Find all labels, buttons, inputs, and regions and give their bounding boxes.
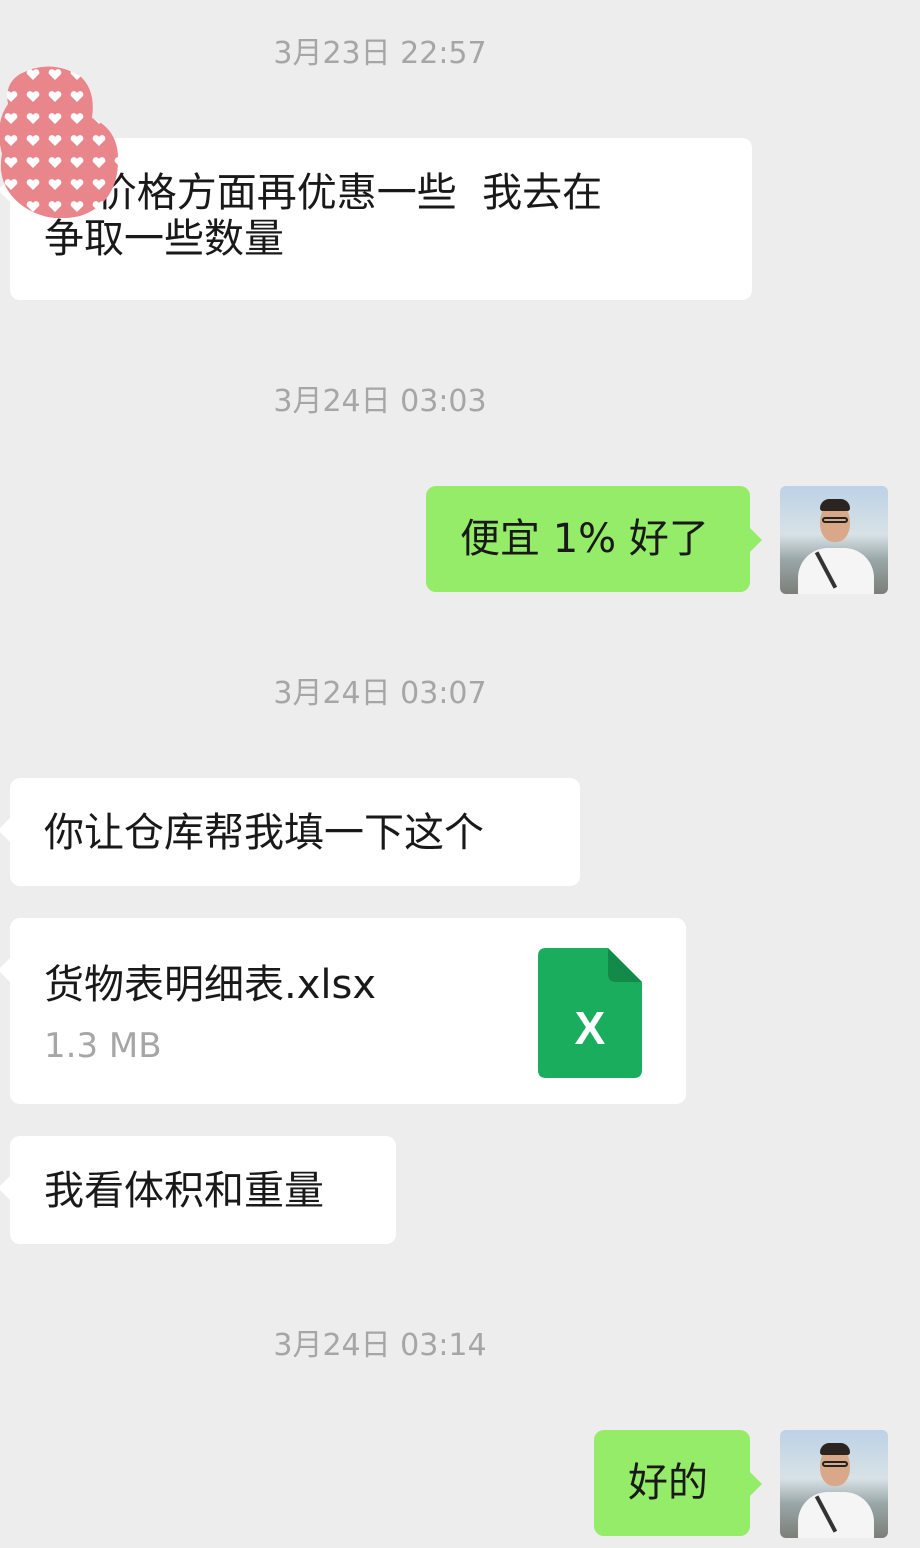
incoming-message-bubble[interactable]: 你让仓库帮我填一下这个 [0,778,580,886]
message-text: 我看体积和重量 [44,1168,324,1214]
excel-file-icon: X [538,948,642,1078]
message-text: 总 价格方面再优惠一些 我去在 争取一些数量 [44,170,603,262]
message-text: 你让仓库帮我填一下这个 [44,810,484,856]
incoming-message-bubble[interactable]: 总 价格方面再优惠一些 我去在 争取一些数量 [0,138,752,300]
timestamp: 3月24日 03:14 [273,1328,487,1363]
excel-icon-letter: X [575,1002,606,1054]
timestamp: 3月24日 03:07 [273,676,487,711]
timestamp: 3月24日 03:03 [273,384,487,419]
self-avatar[interactable] [780,1430,888,1538]
message-text: 好的 [628,1460,708,1506]
outgoing-message-bubble[interactable]: 便宜 1% 好了 [426,486,762,592]
avatar-glasses [822,1461,848,1467]
avatar-glasses [822,517,848,523]
file-message-card[interactable]: 货物表明细表.xlsx 1.3 MB X [0,918,686,1104]
file-size: 1.3 MB [44,1026,162,1066]
file-name: 货物表明细表.xlsx [44,962,377,1008]
avatar-hair [820,499,850,511]
self-avatar[interactable] [780,486,888,594]
message-text: 便宜 1% 好了 [460,516,709,562]
incoming-message-bubble[interactable]: 我看体积和重量 [0,1136,396,1244]
avatar-hair [820,1443,850,1455]
sender-avatar[interactable] [0,64,120,218]
outgoing-message-bubble[interactable]: 好的 [594,1430,762,1536]
